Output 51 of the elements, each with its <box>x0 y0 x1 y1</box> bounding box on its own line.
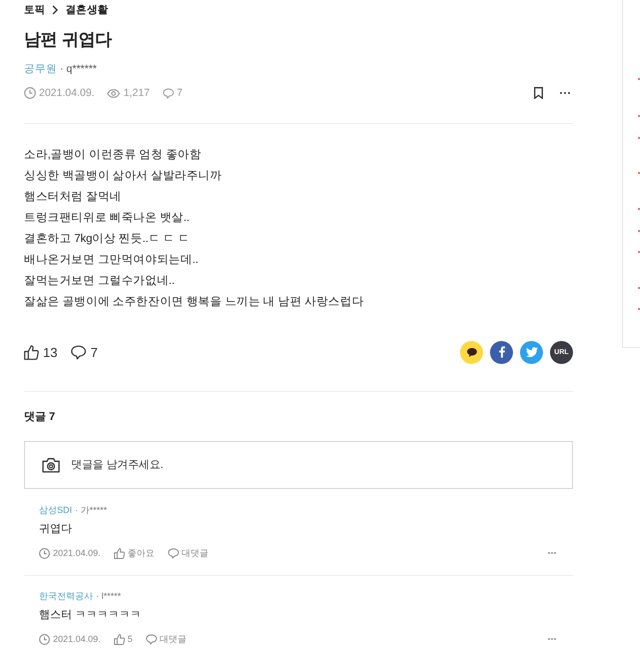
breadcrumb-link[interactable]: 토픽 <box>24 3 46 17</box>
post-body-line: 배나온거보면 그만먹여야되는데.. <box>24 253 200 268</box>
comments-heading: 댓글 7 <box>24 410 56 425</box>
like-button[interactable]: 5 <box>114 634 133 644</box>
reply-button[interactable]: 대댓글 <box>146 632 187 646</box>
post-date: 2021.04.09. <box>39 87 94 99</box>
post-body-line: 햄스터처럼 잘먹네 <box>24 190 122 205</box>
post-body-line: 결혼하고 7kg이상 찐듯..ㄷ ㄷ ㄷ <box>24 232 191 247</box>
chevron-right-icon <box>52 5 58 15</box>
share-button[interactable] <box>460 340 483 364</box>
post-body-line: 잘먹는거보면 그럴수가없네.. <box>24 274 176 289</box>
post-body-line: 트렁크팬티위로 삐죽나온 뱃살.. <box>24 211 190 226</box>
comment-text: 햄스터 ㅋㅋㅋㅋㅋㅋ <box>39 608 142 623</box>
author-company[interactable]: 공무원 <box>24 61 57 77</box>
clock-icon <box>24 87 36 99</box>
speech-bubble-icon[interactable] <box>71 344 86 360</box>
comment-date: 2021.04.09. <box>53 548 101 558</box>
breadcrumb-link[interactable]: 결혼생활 <box>65 3 108 17</box>
speech-bubble-icon <box>168 548 179 558</box>
letter-f-icon <box>498 346 504 358</box>
eye-icon <box>107 88 120 98</box>
bird-icon <box>526 347 538 357</box>
commenter-name: · 가***** <box>75 504 108 517</box>
clock-icon <box>39 634 50 644</box>
comment-count: 7 <box>90 344 98 360</box>
post-body-line: 잘삶은 골뱅이에 소주한잔이면 행복을 느끼는 내 남편 사랑스럽다 <box>24 295 365 310</box>
camera-icon[interactable] <box>42 457 60 473</box>
commenter-company[interactable]: 삼성SDI <box>39 503 72 517</box>
thumbs-up-icon <box>114 548 125 558</box>
comment-input[interactable]: 댓글을 남겨주세요. <box>24 441 573 489</box>
speech-bubble-icon <box>162 88 174 98</box>
thumbs-up-icon[interactable] <box>24 344 39 360</box>
post-body-line: 소라,골뱅이 이런종류 엄청 좋아함 <box>24 148 202 163</box>
like-count: 13 <box>43 344 58 360</box>
comment-date: 2021.04.09. <box>53 634 101 644</box>
like-button[interactable]: 좋아요 <box>114 546 155 560</box>
comment-text: 귀엽다 <box>39 522 73 537</box>
comment-count: 7 <box>176 87 183 99</box>
author-name: · q****** <box>60 62 97 77</box>
reply-button[interactable]: 대댓글 <box>168 546 209 560</box>
commenter-company[interactable]: 한국전력공사 <box>39 589 93 603</box>
share-button[interactable] <box>490 340 513 364</box>
speech-bubble-icon <box>466 348 476 356</box>
bookmark-icon[interactable] <box>534 87 543 99</box>
commenter-name: · l***** <box>96 590 122 603</box>
speech-bubble-icon <box>146 634 157 644</box>
post-body-line: 싱싱한 백골뱅이 삶아서 살발라주니까 <box>24 169 223 184</box>
post-title: 남편 귀엽다 <box>24 29 113 51</box>
view-count: 1,217 <box>123 87 150 99</box>
clock-icon <box>39 548 50 558</box>
thumbs-up-icon <box>114 634 125 644</box>
